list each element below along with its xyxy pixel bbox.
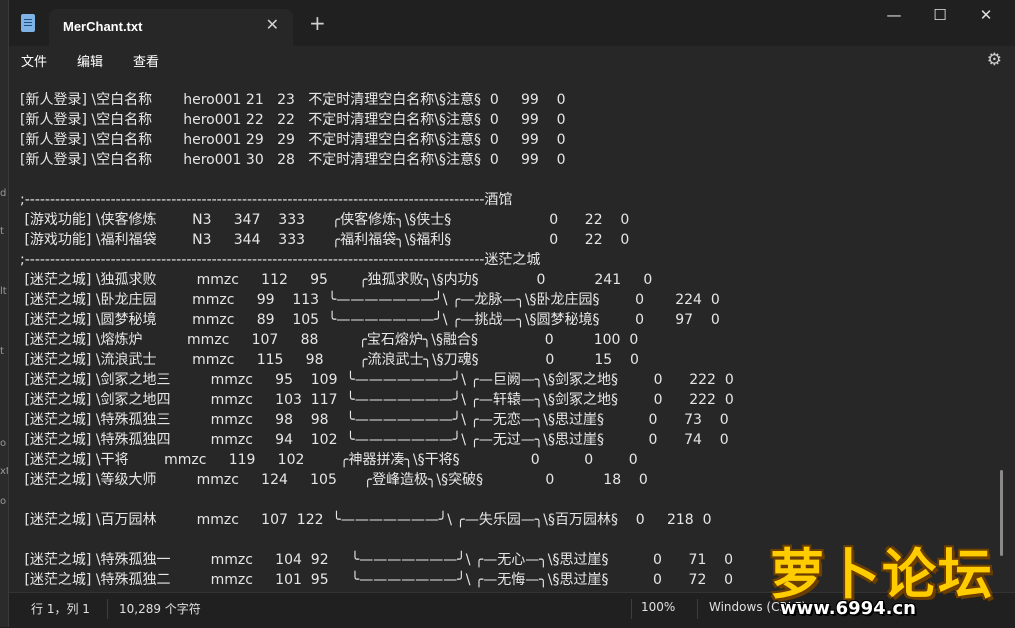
editor-line: [新人登录] \空白名称 hero001 30 28 不定时清理空白名称\§注意… <box>20 152 566 168</box>
menu-edit[interactable]: 编辑 <box>77 51 103 70</box>
bg-letter: t <box>0 226 4 237</box>
editor-line: [迷茫之城] \卧龙庄园 mmzc 99 113 ╰———————╯\ ╭—龙脉… <box>20 292 720 308</box>
gear-icon[interactable]: ⚙ <box>987 50 1002 70</box>
editor-line: [迷茫之城] \等级大师 mmzc 124 105 ╭登峰造极╮\§突破§ 0 … <box>20 472 648 488</box>
zoom-level[interactable]: 100% <box>641 600 675 614</box>
editor-line: [迷茫之城] \熔炼炉 mmzc 107 88 ╭宝石熔炉╮\§融合§ 0 10… <box>20 332 639 348</box>
editor-line: [迷茫之城] \剑冢之地三 mmzc 95 109 ╰———————╯\ ╭—巨… <box>20 372 734 388</box>
status-separator <box>631 599 632 619</box>
status-separator <box>697 599 698 619</box>
editor-line: [迷茫之城] \特殊孤独四 mmzc 94 102 ╰———————╯\ ╭—无… <box>20 432 729 448</box>
maximize-button[interactable]: ☐ <box>917 0 963 32</box>
editor-line: [迷茫之城] \剑冢之地四 mmzc 103 117 ╰———————╯\ ╭—… <box>20 392 734 408</box>
bg-letter: d <box>0 188 7 199</box>
editor-line: [新人登录] \空白名称 hero001 29 29 不定时清理空白名称\§注意… <box>20 132 566 148</box>
tab-title: MerChant.txt <box>63 19 143 34</box>
editor-line: [迷茫之城] \流浪武士 mmzc 115 98 ╭流浪武士╮\§刀魂§ 0 1… <box>20 352 639 368</box>
status-separator <box>107 599 108 619</box>
bg-letter: o <box>0 496 7 507</box>
editor-line: [迷茫之城] \干将 mmzc 119 102 ╭神器拼凑╮\§干将§ 0 0 … <box>20 452 638 468</box>
menu-bar: 文件 编辑 查看 ⚙ <box>9 46 1015 76</box>
editor-line: [新人登录] \空白名称 hero001 21 23 不定时清理空白名称\§注意… <box>20 92 566 108</box>
notepad-app-icon <box>21 14 35 32</box>
editor-line: [新人登录] \空白名称 hero001 22 22 不定时清理空白名称\§注意… <box>20 112 566 128</box>
title-bar: MerChant.txt ✕ + — ☐ ✕ <box>9 0 1015 46</box>
editor-line: [迷茫之城] \独孤求败 mmzc 112 95 ╭独孤求败╮\§内功§ 0 2… <box>20 272 653 288</box>
editor-line: [游戏功能] \福利福袋 N3 344 333 ╭福利福袋╮\§福利§ 0 22… <box>20 232 630 248</box>
tab-merchant[interactable]: MerChant.txt ✕ <box>49 9 293 46</box>
bg-letter: o <box>0 438 7 449</box>
minimize-button[interactable]: — <box>871 0 917 32</box>
editor-line: [迷茫之城] \特殊孤独二 mmzc 101 95 ╰———————╯\ ╭—无… <box>20 572 734 588</box>
cursor-position: 行 1，列 1 <box>31 602 90 616</box>
text-editor[interactable]: [新人登录] \空白名称 hero001 21 23 不定时清理空白名称\§注意… <box>9 76 1015 592</box>
editor-line: [迷茫之城] \特殊孤独一 mmzc 104 92 ╰———————╯\ ╭—无… <box>20 552 734 568</box>
character-count: 10,289 个字符 <box>119 602 201 616</box>
editor-line: ;---------------------------------------… <box>20 252 541 268</box>
close-window-button[interactable]: ✕ <box>963 0 1009 32</box>
editor-line: [游戏功能] \侠客修炼 N3 347 333 ╭侠客修炼╮\§侠士§ 0 22… <box>20 212 630 228</box>
editor-line: ;---------------------------------------… <box>20 192 513 208</box>
forum-watermark: 萝卜论坛 www.6994.cn <box>760 530 1010 625</box>
background-window-strip: d t lt t o xt o <box>0 0 10 627</box>
editor-line: [迷茫之城] \百万园林 mmzc 107 122 ╰———————╯\ ╭—失… <box>20 512 712 528</box>
menu-file[interactable]: 文件 <box>21 51 47 70</box>
new-tab-button[interactable]: + <box>309 13 326 33</box>
editor-line: [迷茫之城] \圆梦秘境 mmzc 89 105 ╰———————╯\ ╭—挑战… <box>20 312 720 328</box>
bg-letter: lt <box>0 286 7 297</box>
bg-letter: t <box>0 346 4 357</box>
watermark-url: www.6994.cn <box>780 598 916 619</box>
editor-line: [迷茫之城] \特殊孤独三 mmzc 98 98 ╰———————╯\ ╭—无恋… <box>20 412 729 428</box>
menu-view[interactable]: 查看 <box>133 51 159 70</box>
close-icon[interactable]: ✕ <box>266 15 279 34</box>
